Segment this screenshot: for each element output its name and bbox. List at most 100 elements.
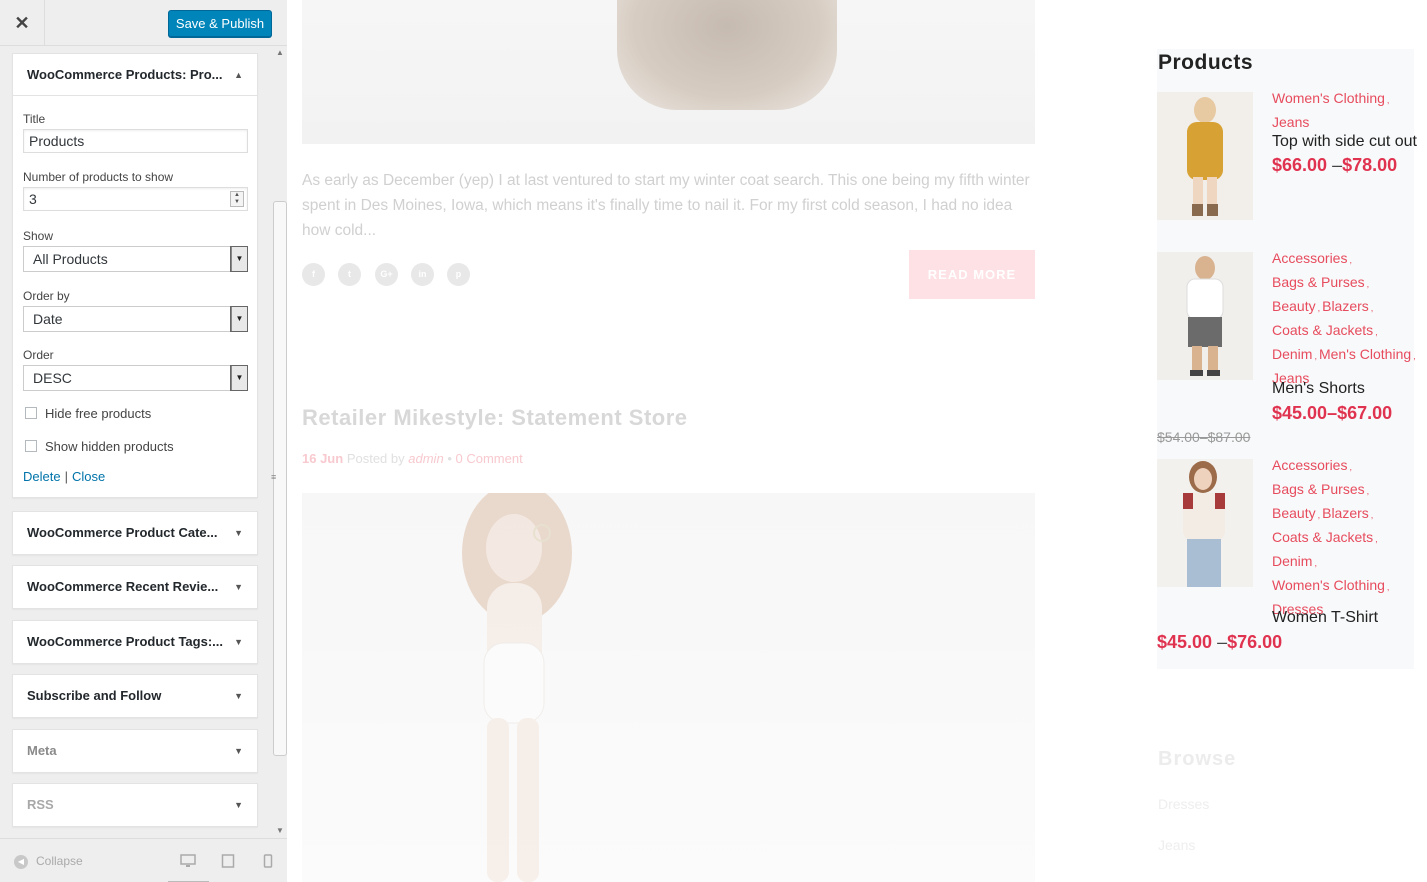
post-author-link[interactable]: admin (408, 451, 443, 466)
browse-link[interactable]: Dresses (1158, 796, 1209, 812)
delete-link[interactable]: Delete (23, 469, 61, 484)
expand-arrow-icon[interactable]: ▼ (234, 784, 243, 826)
mobile-icon[interactable] (260, 854, 276, 868)
category-link[interactable]: Coats & Jackets (1272, 322, 1373, 338)
scroll-up-icon[interactable]: ▲ (273, 46, 287, 60)
twitter-icon[interactable]: t (338, 263, 361, 286)
hide-free-checkbox[interactable] (25, 407, 37, 419)
show-hidden-checkbox[interactable] (25, 440, 37, 452)
post-featured-image (302, 493, 1035, 882)
widget-rss[interactable]: RSS ▼ (12, 783, 258, 827)
category-link[interactable]: Denim (1272, 553, 1312, 569)
customizer-footer: ◀ Collapse (0, 838, 287, 882)
widget-actions: Delete | Close (23, 469, 105, 484)
number-spinner[interactable]: ▲ ▼ (230, 191, 244, 207)
product-price: $66.00 –$78.00 (1272, 155, 1397, 176)
order-select[interactable]: DESC ▼ (23, 365, 248, 391)
widget-woocommerce-products: WooCommerce Products: Pro... ▲ Title Pro… (12, 53, 258, 498)
expand-arrow-icon[interactable]: ▼ (234, 512, 243, 554)
product-thumbnail[interactable] (1157, 252, 1253, 380)
category-link[interactable]: Jeans (1272, 114, 1309, 130)
product-price: $45.00–$67.00 (1272, 403, 1392, 424)
widget-header[interactable]: Subscribe and Follow ▼ (13, 675, 257, 717)
show-select[interactable]: All Products ▼ (23, 246, 248, 272)
scroll-down-icon[interactable]: ▼ (273, 824, 287, 838)
pinterest-icon[interactable]: p (447, 263, 470, 286)
category-link[interactable]: Women's Clothing (1272, 90, 1385, 106)
browse-link[interactable]: Jeans (1158, 837, 1195, 853)
customizer-header: ✕ Save & Publish (0, 0, 287, 46)
product-name[interactable]: Top with side cut out (1272, 133, 1417, 151)
products-widget-title: Products (1158, 51, 1254, 74)
category-link[interactable]: Accessories (1272, 250, 1347, 266)
price-dash: – (1332, 155, 1343, 175)
save-publish-button[interactable]: Save & Publish (168, 10, 272, 37)
count-input[interactable]: 3 ▲ ▼ (23, 187, 248, 211)
category-link[interactable]: Beauty (1272, 505, 1316, 521)
chevron-down-icon: ▼ (230, 306, 248, 332)
widget-title: RSS (27, 797, 54, 812)
widget-header[interactable]: WooCommerce Product Cate... ▼ (13, 512, 257, 554)
comments-link[interactable]: 0 Comment (456, 451, 523, 466)
orderby-select[interactable]: Date ▼ (23, 306, 248, 332)
chevron-down-icon: ▼ (230, 365, 248, 391)
widget-header[interactable]: RSS ▼ (13, 784, 257, 826)
product-name[interactable]: Women T-Shirt (1272, 609, 1378, 627)
collapse-button[interactable]: ◀ Collapse (14, 854, 83, 869)
widget-meta[interactable]: Meta ▼ (12, 729, 258, 773)
expand-arrow-icon[interactable]: ▼ (234, 675, 243, 717)
product-thumbnail[interactable] (1157, 92, 1253, 220)
category-link[interactable]: Blazers (1322, 298, 1369, 314)
widget-subscribe-follow[interactable]: Subscribe and Follow ▼ (12, 674, 258, 718)
linkedin-icon[interactable]: in (411, 263, 434, 286)
separator: | (64, 469, 68, 484)
post-meta: 16 Jun Posted by admin • 0 Comment (302, 451, 523, 466)
post-hero-image (302, 0, 1035, 144)
desktop-icon[interactable] (180, 854, 196, 868)
product-price: $45.00 –$76.00 (1157, 632, 1282, 653)
widget-header[interactable]: Meta ▼ (13, 730, 257, 772)
close-icon[interactable]: ✕ (0, 0, 45, 46)
widget-product-categories[interactable]: WooCommerce Product Cate... ▼ (12, 511, 258, 555)
widget-product-tags[interactable]: WooCommerce Product Tags:... ▼ (12, 620, 258, 664)
price-low: $45.00 (1157, 632, 1213, 652)
expand-arrow-icon[interactable]: ▼ (234, 730, 243, 772)
product-categories: Women's Clothing, Jeans (1272, 90, 1390, 130)
post-title[interactable]: Retailer Mikestyle: Statement Store (302, 405, 688, 431)
category-link[interactable]: Blazers (1322, 505, 1369, 521)
expand-arrow-icon[interactable]: ▼ (234, 566, 243, 608)
widget-header[interactable]: WooCommerce Products: Pro... ▲ (13, 54, 257, 96)
widget-recent-reviews[interactable]: WooCommerce Recent Revie... ▼ (12, 565, 258, 609)
shorts-image (617, 0, 837, 110)
close-link[interactable]: Close (72, 469, 105, 484)
collapse-arrow-icon[interactable]: ▲ (234, 54, 243, 95)
count-label: Number of products to show (23, 170, 174, 184)
resize-grip-icon[interactable]: ≡ (271, 470, 279, 484)
google-plus-icon[interactable]: G+ (375, 263, 398, 286)
widget-title: Subscribe and Follow (27, 688, 162, 703)
widget-header[interactable]: WooCommerce Product Tags:... ▼ (13, 621, 257, 663)
category-link[interactable]: Beauty (1272, 298, 1316, 314)
product-thumbnail[interactable] (1157, 459, 1253, 587)
product-categories: Accessories, Bags & Purses, Beauty, Blaze… (1272, 457, 1390, 617)
category-link[interactable]: Bags & Purses (1272, 274, 1365, 290)
category-link[interactable]: Men's Clothing (1319, 346, 1411, 362)
category-link[interactable]: Women's Clothing (1272, 577, 1385, 593)
category-link[interactable]: Bags & Purses (1272, 481, 1365, 497)
expand-arrow-icon[interactable]: ▼ (234, 621, 243, 663)
posted-by-label: Posted by (346, 451, 405, 466)
facebook-icon[interactable]: f (302, 263, 325, 286)
category-link[interactable]: Accessories (1272, 457, 1347, 473)
price-dash: – (1217, 632, 1228, 652)
widget-title: WooCommerce Product Tags:... (27, 634, 223, 649)
customizer-sidebar: ✕ Save & Publish WooCommerce Products: P… (0, 0, 287, 882)
read-more-button[interactable]: READ MORE (909, 250, 1035, 299)
product-name[interactable]: Men's Shorts (1272, 380, 1365, 398)
old-price: $54.00–$87.00 (1157, 429, 1251, 445)
panel-scrollbar[interactable]: ▲ ▼ (273, 46, 287, 838)
category-link[interactable]: Coats & Jackets (1272, 529, 1373, 545)
widget-header[interactable]: WooCommerce Recent Revie... ▼ (13, 566, 257, 608)
category-link[interactable]: Denim (1272, 346, 1312, 362)
tablet-icon[interactable] (220, 854, 236, 868)
title-input[interactable]: Products (23, 129, 248, 153)
